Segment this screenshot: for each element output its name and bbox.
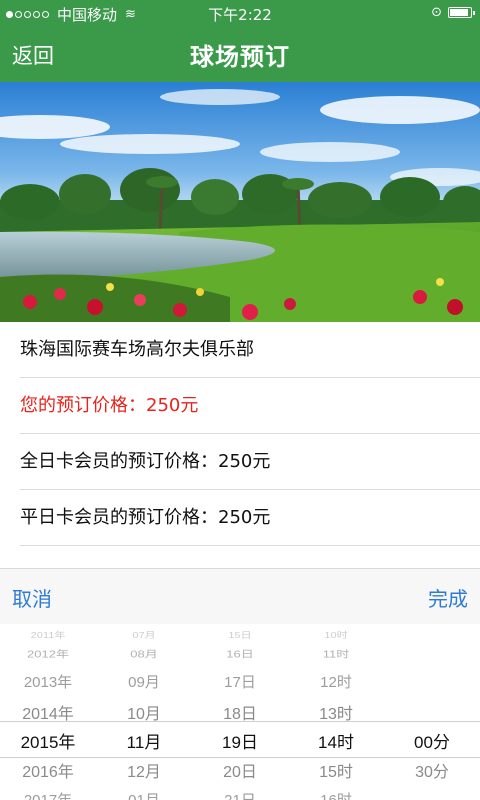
- day-option[interactable]: 18日: [192, 700, 288, 724]
- year-option[interactable]: 2017年: [0, 789, 96, 800]
- done-button[interactable]: 完成: [428, 583, 468, 612]
- year-wheel[interactable]: 2011年 2012年 2013年 2014年 2015年 2016年 2017年: [0, 624, 96, 800]
- nav-bar: 返回 球场预订: [0, 26, 480, 82]
- hour-option[interactable]: 10时: [288, 629, 384, 641]
- minute-option-selected[interactable]: 00分: [384, 728, 480, 753]
- hour-option[interactable]: 15时: [288, 758, 384, 782]
- status-time: 下午2:22: [208, 6, 272, 24]
- hour-option[interactable]: 12时: [288, 671, 384, 692]
- page-title: 球场预订: [190, 43, 290, 71]
- minute-option[interactable]: 30分: [384, 758, 480, 782]
- dimmed-content: [0, 546, 480, 568]
- day-option[interactable]: 17日: [192, 671, 288, 692]
- month-option[interactable]: 01月: [96, 789, 192, 800]
- day-option[interactable]: 21日: [192, 789, 288, 800]
- club-name: 珠海国际赛车场高尔夫俱乐部: [0, 322, 480, 378]
- battery-icon: [448, 7, 475, 18]
- hour-wheel[interactable]: 10时 11时 12时 13时 14时 15时 16时: [288, 624, 384, 800]
- month-option[interactable]: 12月: [96, 758, 192, 782]
- golf-course-image: [0, 82, 480, 322]
- minute-wheel[interactable]: 00分 30分: [384, 624, 480, 800]
- date-time-picker[interactable]: 2011年2012年2013年2014年2015年2016年2017年 07月0…: [0, 624, 480, 800]
- status-right: ⊙: [431, 5, 475, 20]
- your-price: 您的预订价格：250元: [0, 378, 480, 434]
- hour-option[interactable]: 16时: [288, 789, 384, 800]
- picker-toolbar: 取消 完成: [0, 568, 480, 624]
- day-option-selected[interactable]: 19日: [192, 728, 288, 753]
- hour-option[interactable]: 11时: [288, 646, 384, 660]
- hour-option[interactable]: 13时: [288, 700, 384, 724]
- status-bar: 中国移动 ≋ 下午2:22 ⊙: [0, 0, 480, 26]
- weekday-member-price: 平日卡会员的预订价格：250元: [0, 490, 480, 546]
- year-option[interactable]: 2013年: [0, 671, 96, 692]
- day-option[interactable]: 15日: [192, 629, 288, 641]
- month-option-selected[interactable]: 11月: [96, 728, 192, 753]
- day-wheel[interactable]: 15日 16日 17日 18日 19日 20日 21日: [192, 624, 288, 800]
- cancel-button[interactable]: 取消: [12, 583, 52, 612]
- year-option[interactable]: 2011年: [0, 629, 96, 641]
- full-day-member-price: 全日卡会员的预订价格：250元: [0, 434, 480, 490]
- rotation-lock-icon: ⊙: [431, 5, 442, 20]
- day-option[interactable]: 20日: [192, 758, 288, 782]
- booking-info-list: 珠海国际赛车场高尔夫俱乐部 您的预订价格：250元 全日卡会员的预订价格：250…: [0, 322, 480, 546]
- year-option[interactable]: 2012年: [0, 646, 96, 660]
- year-option[interactable]: 2014年: [0, 700, 96, 724]
- hour-option-selected[interactable]: 14时: [288, 728, 384, 753]
- month-option[interactable]: 07月: [96, 629, 192, 641]
- month-option[interactable]: 10月: [96, 700, 192, 724]
- year-option-selected[interactable]: 2015年: [0, 728, 96, 753]
- year-option[interactable]: 2016年: [0, 758, 96, 782]
- month-option[interactable]: 08月: [96, 646, 192, 660]
- month-option[interactable]: 09月: [96, 671, 192, 692]
- day-option[interactable]: 16日: [192, 646, 288, 660]
- month-wheel[interactable]: 07月 08月 09月 10月 11月 12月 01月: [96, 624, 192, 800]
